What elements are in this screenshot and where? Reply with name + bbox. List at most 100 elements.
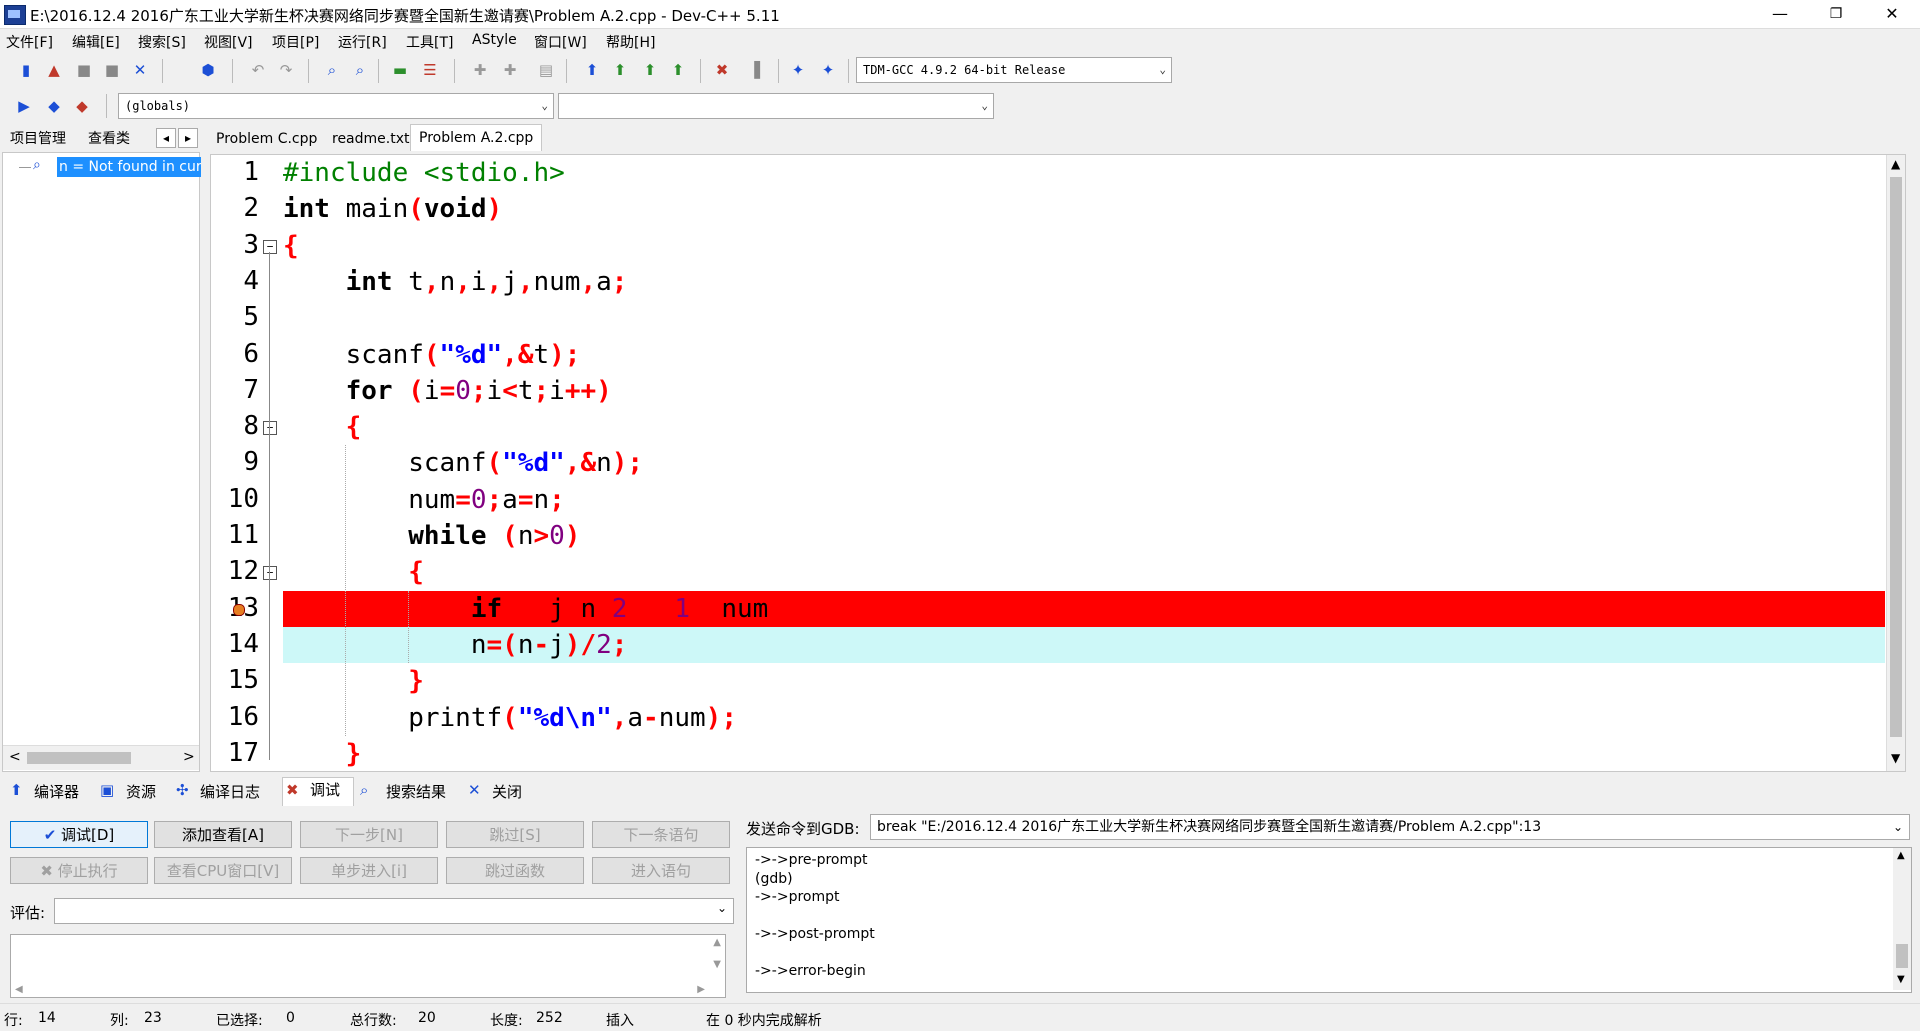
code-line[interactable]: #include <stdio.h>	[283, 155, 1885, 191]
tab-problem-a2[interactable]: Problem A.2.cpp	[410, 124, 543, 151]
print-icon[interactable]: ⬢	[198, 60, 218, 80]
run-icon[interactable]: ⬆	[610, 60, 630, 80]
menu-run[interactable]: 运行[R]	[338, 32, 387, 52]
eval-input[interactable]: ⌄	[54, 898, 734, 924]
rebuild-icon[interactable]: ⬆	[668, 60, 688, 80]
stop-execution-button[interactable]: ✖ 停止执行	[10, 857, 148, 884]
tab-class-browser[interactable]: 查看类	[82, 126, 136, 150]
gdb-command-input[interactable]: break "E:/2016.12.4 2016广东工业大学新生杯决赛网络同步赛…	[870, 814, 1910, 840]
stop-icon[interactable]: ▌	[750, 60, 770, 80]
scroll-thumb[interactable]	[27, 752, 131, 764]
line-number[interactable]: 10	[213, 484, 259, 514]
new-file-icon[interactable]: ▮	[16, 60, 36, 80]
compile-icon[interactable]: ⬆	[582, 60, 602, 80]
scroll-down-icon[interactable]: ▼	[1891, 751, 1900, 765]
menu-project[interactable]: 项目[P]	[272, 32, 319, 52]
bookmark-icon[interactable]: ◆	[44, 96, 64, 116]
line-number[interactable]: 8	[213, 411, 259, 441]
code-line[interactable]: {	[283, 228, 1885, 264]
gdb-output[interactable]: ->->pre-prompt (gdb) ->->prompt ->->post…	[746, 847, 1912, 993]
scroll-up-icon[interactable]: ▲	[1891, 157, 1900, 171]
close-file-icon[interactable]: ✕	[130, 60, 150, 80]
line-number[interactable]: 15	[213, 665, 259, 695]
tab-project-manager[interactable]: 项目管理	[4, 126, 72, 150]
gdb-vscroll[interactable]: ▲ ▼	[1893, 848, 1911, 990]
fold-toggle-icon[interactable]: −	[263, 421, 277, 436]
eval-output[interactable]: ▲ ▼ ◀ ▶	[10, 934, 726, 998]
tab-compile-log[interactable]: 编译日志	[200, 781, 260, 802]
left-hscroll[interactable]: < >	[3, 745, 199, 770]
project-add-icon[interactable]: ✚	[500, 60, 520, 80]
scroll-up-icon[interactable]: ▲	[713, 937, 721, 948]
tab-close[interactable]: 关闭	[492, 781, 522, 802]
profile-delete-icon[interactable]: ✦	[818, 60, 838, 80]
line-number[interactable]: 9	[213, 447, 259, 477]
add-watch-button[interactable]: 添加查看[A]	[154, 821, 292, 848]
line-number[interactable]: 17	[213, 738, 259, 768]
scroll-left-icon[interactable]: <	[9, 749, 21, 765]
goto-icon[interactable]: ▶	[14, 96, 34, 116]
find-icon[interactable]: ⌕	[322, 60, 342, 80]
menu-search[interactable]: 搜索[S]	[138, 32, 186, 52]
code-line[interactable]: num=0;a=n;	[283, 482, 1885, 518]
next-step-button[interactable]: 下一步[N]	[300, 821, 438, 848]
code-line[interactable]: int t,n,i,j,num,a;	[283, 264, 1885, 300]
tab-resources[interactable]: 资源	[126, 781, 156, 802]
scroll-down-icon[interactable]: ▼	[1897, 974, 1905, 985]
line-number[interactable]: 3	[213, 230, 259, 260]
line-number[interactable]: 14	[213, 629, 259, 659]
menu-tools[interactable]: 工具[T]	[406, 32, 453, 52]
menu-astyle[interactable]: AStyle	[472, 32, 517, 48]
fold-toggle-icon[interactable]: −	[263, 239, 277, 254]
line-number[interactable]: 7	[213, 375, 259, 405]
tab-debug[interactable]: 调试	[310, 779, 340, 800]
minimize-button[interactable]: —	[1752, 0, 1808, 28]
scroll-right-icon[interactable]: >	[183, 749, 195, 765]
fold-toggle-icon[interactable]: −	[263, 566, 277, 581]
undo-icon[interactable]: ↶	[248, 60, 268, 80]
debug-icon[interactable]: ✖	[712, 60, 732, 80]
skip-function-button[interactable]: 跳过函数	[446, 857, 584, 884]
tab-prev-button[interactable]: ◂	[156, 128, 176, 148]
menu-view[interactable]: 视图[V]	[204, 32, 253, 52]
menu-help[interactable]: 帮助[H]	[606, 32, 655, 52]
comment-icon[interactable]: ☰	[420, 60, 440, 80]
project-new-icon[interactable]: ✚	[470, 60, 490, 80]
next-statement-button[interactable]: 下一条语句	[592, 821, 730, 848]
tab-compiler[interactable]: 编译器	[34, 781, 79, 802]
tab-search-results[interactable]: 搜索结果	[386, 781, 446, 802]
code-line[interactable]: {	[283, 409, 1885, 445]
code-line[interactable]: while (n>0)	[283, 518, 1885, 554]
compiler-select[interactable]: TDM-GCC 4.9.2 64-bit Release ⌄	[856, 57, 1172, 83]
menu-edit[interactable]: 编辑[E]	[72, 32, 120, 52]
code-line[interactable]: printf("%d\n",a-num);	[283, 700, 1885, 736]
code-line[interactable]: }	[283, 663, 1885, 699]
open-file-icon[interactable]: ▲	[44, 60, 64, 80]
editor-vscroll[interactable]: ▲ ▼	[1886, 155, 1905, 771]
skip-button[interactable]: 跳过[S]	[446, 821, 584, 848]
tab-next-button[interactable]: ▸	[178, 128, 198, 148]
code-line[interactable]: n=(n-j)/2;	[283, 626, 1885, 663]
redo-icon[interactable]: ↷	[276, 60, 296, 80]
restore-button[interactable]: ❐	[1808, 0, 1864, 28]
tab-problem-c[interactable]: Problem C.cpp	[210, 128, 324, 150]
compile-run-icon[interactable]: ⬆	[640, 60, 660, 80]
scope-select[interactable]: (globals) ⌄	[118, 93, 554, 119]
line-number[interactable]: 6	[213, 339, 259, 369]
step-into-statement-button[interactable]: 进入语句	[592, 857, 730, 884]
code-editor[interactable]: 123−45678−9101112−1314151617 ▲ ▼ #includ…	[210, 154, 1906, 772]
scroll-thumb[interactable]	[1896, 944, 1908, 968]
line-number[interactable]: 1	[213, 157, 259, 187]
replace-icon[interactable]: ⌕	[350, 60, 370, 80]
debug-button[interactable]: ✔ 调试[D]	[10, 821, 148, 848]
project-options-icon[interactable]: ▤	[536, 60, 556, 80]
line-number[interactable]: 2	[213, 193, 259, 223]
line-number[interactable]: 4	[213, 266, 259, 296]
watch-item[interactable]: n = Not found in cur	[57, 157, 201, 177]
scroll-down-icon[interactable]: ▼	[713, 959, 721, 970]
member-select[interactable]: ⌄	[558, 93, 994, 119]
scroll-up-icon[interactable]: ▲	[1897, 850, 1905, 861]
profile-icon[interactable]: ✦	[788, 60, 808, 80]
line-number[interactable]: 11	[213, 520, 259, 550]
code-line[interactable]	[283, 300, 1885, 336]
